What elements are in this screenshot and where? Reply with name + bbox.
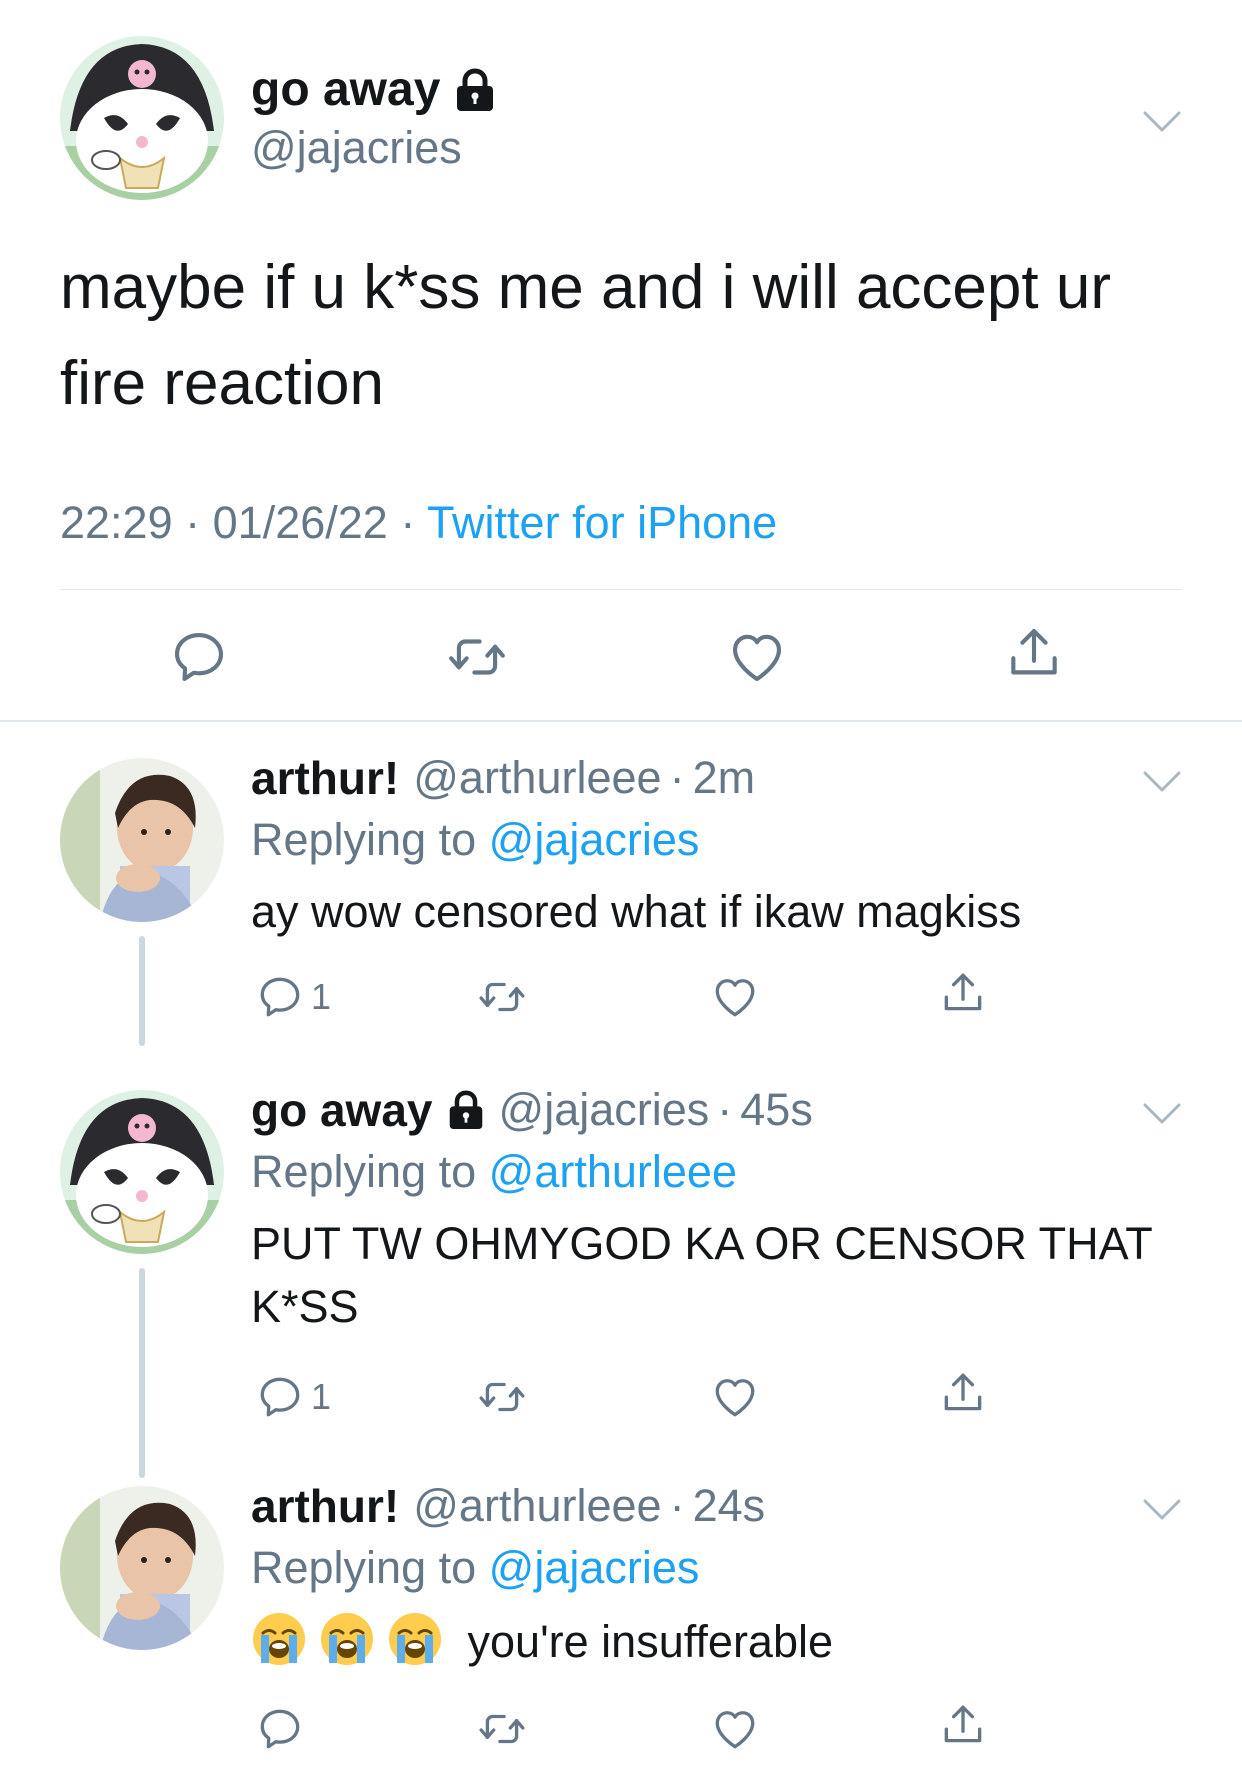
reply-handle[interactable]: @arthurleee — [413, 1476, 661, 1536]
heart-icon — [710, 972, 760, 1022]
like-button[interactable] — [710, 1704, 760, 1754]
tweet-time: 22:29 — [60, 497, 173, 548]
reply-text: PUT TW OHMYGOD KA OR CENSOR THAT K*SS — [251, 1218, 1152, 1332]
chevron-down-icon[interactable] — [1142, 1100, 1182, 1128]
replying-to-label: Replying to — [251, 1542, 477, 1593]
reply-icon — [255, 1372, 305, 1422]
reply-icon — [255, 1704, 305, 1754]
reply-time: 2m — [692, 752, 756, 803]
reply-icon — [168, 626, 230, 688]
meta-separator: · — [400, 497, 416, 548]
replying-to-label: Replying to — [251, 1146, 477, 1197]
reply-tweet[interactable]: arthur! @arthurleee · 24s Replying to @j… — [0, 1480, 1242, 1782]
reply-time: 24s — [692, 1480, 766, 1531]
reply-text: ay wow censored what if ikaw magkiss — [251, 886, 1022, 937]
tweet-text: maybe if u k*ss me and i will accept ur … — [60, 253, 1111, 418]
retweet-icon — [446, 626, 508, 688]
reply-header: go away @jajacries · 45s — [251, 1080, 813, 1140]
loudly-crying-face-icon — [319, 1611, 375, 1667]
replying-to-link[interactable]: @jajacries — [489, 1542, 700, 1593]
divider — [60, 589, 1182, 590]
author-display-name[interactable]: go away — [251, 60, 440, 120]
share-button[interactable] — [938, 1700, 988, 1750]
replying-to-link[interactable]: @jajacries — [489, 814, 700, 865]
reply-button[interactable] — [168, 626, 230, 688]
meta-separator: · — [669, 752, 685, 803]
chevron-down-icon[interactable] — [1142, 1496, 1182, 1524]
reply-header: arthur! @arthurleee · 24s — [251, 1476, 765, 1536]
lock-icon — [447, 1089, 485, 1131]
avatar[interactable] — [60, 36, 224, 200]
share-icon — [938, 1368, 988, 1418]
thread-line — [139, 936, 145, 1046]
replying-to: Replying to @jajacries — [251, 810, 699, 870]
like-button[interactable] — [710, 1372, 760, 1422]
reply-text: you're insufferable — [467, 1616, 834, 1667]
loudly-crying-face-icon — [387, 1611, 443, 1667]
lock-icon — [454, 67, 496, 113]
retweet-icon — [477, 1704, 527, 1754]
reply-display-name[interactable]: arthur! — [251, 1476, 399, 1536]
avatar[interactable] — [60, 758, 224, 922]
retweet-button[interactable] — [477, 1704, 527, 1754]
loudly-crying-face-icon — [251, 1611, 307, 1667]
reply-tweet[interactable]: go away @jajacries · 45s Replying to @ar… — [0, 1054, 1242, 1486]
share-icon — [938, 1700, 988, 1750]
reply-time: 45s — [740, 1084, 813, 1135]
avatar[interactable] — [60, 1090, 224, 1254]
share-button[interactable] — [938, 1368, 988, 1418]
reply-display-name[interactable]: arthur! — [251, 748, 399, 808]
replying-to: Replying to @arthurleee — [251, 1142, 737, 1202]
reply-text-row: you're insufferable — [251, 1610, 1191, 1673]
reply-button[interactable]: 1 — [255, 972, 331, 1022]
retweet-icon — [477, 972, 527, 1022]
reply-handle[interactable]: @arthurleee — [413, 748, 661, 808]
heart-icon — [710, 1704, 760, 1754]
like-button[interactable] — [710, 972, 760, 1022]
like-button[interactable] — [726, 626, 788, 688]
main-tweet: go away @jajacries maybe if u k*ss me an… — [0, 0, 1242, 722]
reply-button[interactable]: 1 — [255, 1372, 331, 1422]
reply-button[interactable] — [255, 1704, 305, 1754]
reply-header: arthur! @arthurleee · 2m — [251, 748, 755, 808]
tweet-date: 01/26/22 — [212, 497, 388, 548]
retweet-button[interactable] — [477, 1372, 527, 1422]
retweet-button[interactable] — [477, 972, 527, 1022]
reply-count: 1 — [311, 976, 332, 1017]
share-button[interactable] — [938, 968, 988, 1018]
share-icon — [1003, 622, 1065, 684]
replying-to: Replying to @jajacries — [251, 1538, 699, 1598]
reply-tweet[interactable]: arthur! @arthurleee · 2m Replying to @ja… — [0, 722, 1242, 1054]
avatar[interactable] — [60, 1486, 224, 1650]
retweet-icon — [477, 1372, 527, 1422]
meta-separator: · — [185, 497, 201, 548]
reply-display-name[interactable]: go away — [251, 1080, 433, 1140]
author-handle[interactable]: @jajacries — [251, 118, 462, 178]
chevron-down-icon[interactable] — [1142, 108, 1182, 136]
meta-separator: · — [717, 1084, 733, 1135]
share-button[interactable] — [1003, 622, 1065, 684]
replying-to-link[interactable]: @arthurleee — [489, 1146, 737, 1197]
heart-icon — [726, 626, 788, 688]
tweet-source-link[interactable]: Twitter for iPhone — [427, 497, 777, 548]
reply-handle[interactable]: @jajacries — [499, 1080, 710, 1140]
thread-line — [139, 1268, 145, 1478]
reply-icon — [255, 972, 305, 1022]
author-name-row: go away — [251, 60, 496, 120]
reply-count: 1 — [311, 1376, 332, 1417]
tweet-meta: 22:29 · 01/26/22 · Twitter for iPhone — [60, 493, 777, 553]
meta-separator: · — [669, 1480, 685, 1531]
retweet-button[interactable] — [446, 626, 508, 688]
heart-icon — [710, 1372, 760, 1422]
share-icon — [938, 968, 988, 1018]
replying-to-label: Replying to — [251, 814, 477, 865]
chevron-down-icon[interactable] — [1142, 768, 1182, 796]
